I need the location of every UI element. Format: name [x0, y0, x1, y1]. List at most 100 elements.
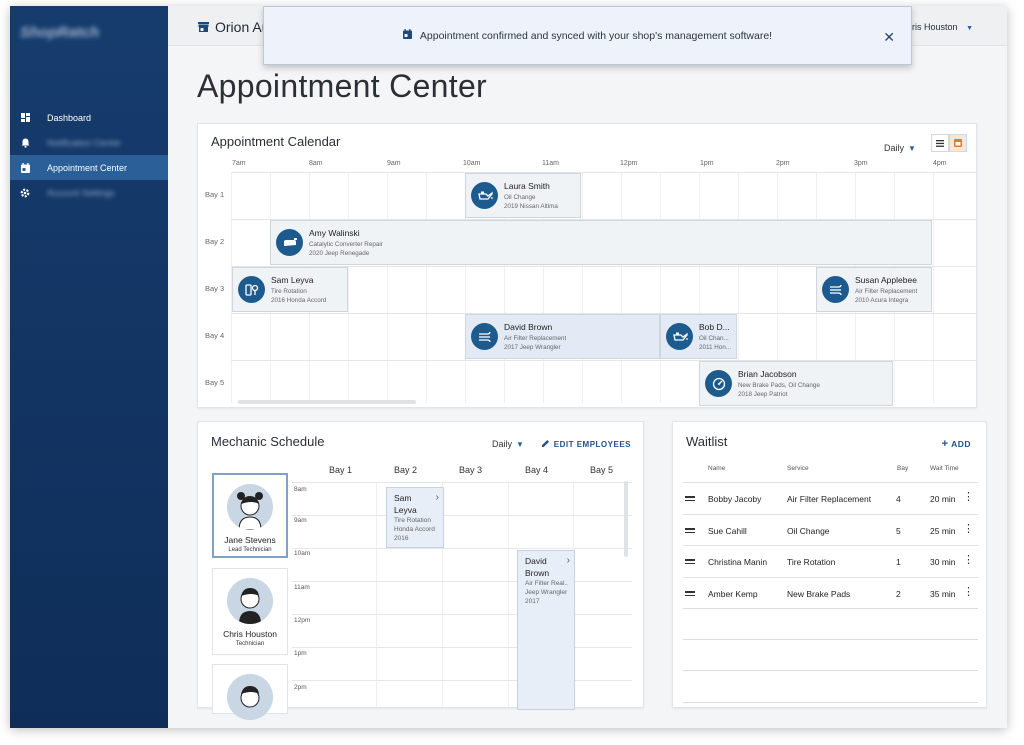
sidebar-item-label: Account Settings — [47, 187, 115, 198]
employee-card[interactable]: Chris Houston Technician — [212, 568, 288, 655]
user-menu[interactable]: hris Houston ▼ — [907, 22, 973, 32]
edit-employees-label: EDIT EMPLOYEES — [553, 440, 631, 449]
avatar — [227, 484, 273, 530]
appointment-card[interactable]: Amy Walinski Catalytic Converter Repair … — [270, 220, 932, 265]
table-row[interactable]: Bobby Jacoby Air Filter Replacement 4 20… — [683, 482, 978, 514]
appointment-service: New Brake Pads, Oil Change — [738, 381, 820, 389]
shop-name: Orion Au — [198, 19, 269, 35]
row-name: Sue Cahill — [708, 526, 747, 536]
hour-label: 8am — [294, 486, 307, 493]
time-label: 11am — [542, 160, 559, 167]
air-filter-icon — [471, 323, 498, 350]
app-logo: ShopRatch — [20, 24, 100, 41]
appointment-card[interactable]: Laura Smith Oil Change 2019 Nissan Altim… — [465, 173, 581, 218]
appointment-card[interactable]: David Brown Air Filter Replacement 2017 … — [465, 314, 660, 359]
divider — [683, 702, 978, 703]
table-row[interactable]: Amber Kemp New Brake Pads 2 35 min ⋮ — [683, 577, 978, 609]
more-options-icon[interactable]: ⋮ — [963, 492, 974, 503]
time-label: 10am — [463, 160, 481, 167]
appointment-vehicle: 2018 Jeep Patriot — [738, 390, 788, 398]
appointment-card[interactable]: Bob D... Oil Chan... 2011 Hon... — [660, 314, 737, 359]
schedule-appointment-name: David Brown — [525, 556, 550, 578]
drag-handle-icon[interactable] — [685, 559, 695, 566]
appointment-service: Air Filter Replacement — [855, 287, 918, 295]
time-label: 7am — [232, 160, 246, 167]
appointment-service: Catalytic Converter Repair — [309, 240, 383, 248]
row-wait-time: 25 min — [930, 526, 956, 536]
employee-name: Jane Stevens — [224, 535, 276, 545]
gear-icon — [20, 188, 30, 198]
drag-handle-icon[interactable] — [685, 496, 695, 503]
appointment-service: Oil Chan... — [699, 334, 729, 342]
horizontal-scrollbar[interactable] — [238, 400, 416, 404]
schedule-appointment-service: Tire Rotation — [394, 517, 431, 524]
appointment-card[interactable]: Susan Applebee Air Filter Replacement 20… — [816, 267, 932, 312]
row-wait-time: 20 min — [930, 494, 956, 504]
row-bay: 4 — [896, 494, 901, 504]
table-row[interactable]: Christina Manin Tire Rotation 1 30 min ⋮ — [683, 545, 978, 577]
calendar-grid-icon — [954, 139, 962, 147]
toast-message: Appointment confirmed and synced with yo… — [419, 29, 773, 42]
row-bay: 1 — [896, 557, 901, 567]
vertical-scrollbar[interactable] — [624, 481, 628, 557]
appointment-service: Oil Change — [504, 193, 536, 201]
appointment-name: Bob D... — [699, 321, 730, 332]
mechanic-schedule-title: Mechanic Schedule — [211, 434, 325, 449]
appointment-name: Brian Jacobson — [738, 368, 797, 379]
more-options-icon[interactable]: ⋮ — [963, 524, 974, 535]
close-icon[interactable]: ✕ — [883, 29, 895, 46]
sidebar-item-dashboard[interactable]: Dashboard — [10, 105, 168, 130]
sidebar: ShopRatch Dashboard Notification Center … — [10, 6, 168, 728]
hour-label: 2pm — [294, 684, 307, 691]
schedule-appointment[interactable]: › David Brown Air Filter Real... Jeep Wr… — [517, 550, 575, 710]
appointment-service: Tire Rotation — [271, 287, 307, 295]
appointment-vehicle: 2019 Nissan Altima — [504, 202, 558, 210]
appointment-name: David Brown — [504, 321, 553, 332]
chevron-down-icon: ▼ — [966, 25, 973, 32]
hour-label: 1pm — [294, 650, 307, 657]
drag-handle-icon[interactable] — [685, 528, 695, 535]
bay-label: Bay 3 — [205, 284, 225, 293]
confirmation-toast: Appointment confirmed and synced with yo… — [263, 6, 912, 65]
appointment-card[interactable]: Sam Leyva Tire Rotation 2016 Honda Accor… — [232, 267, 348, 312]
appointment-name: Sam Leyva — [271, 274, 314, 285]
employee-name: Chris Houston — [223, 629, 277, 639]
tire-icon — [238, 276, 265, 303]
edit-employees-button[interactable]: EDIT EMPLOYEES — [541, 439, 631, 450]
sidebar-item-account-settings[interactable]: Account Settings — [10, 180, 168, 205]
calendar-check-icon — [402, 29, 412, 42]
exhaust-icon — [276, 229, 303, 256]
employee-card[interactable]: Jane Stevens Lead Technician — [212, 473, 288, 558]
chevron-right-icon: › — [435, 492, 439, 503]
employee-role: Lead Technician — [228, 547, 272, 553]
schedule-appointment[interactable]: › Sam Leyva Tire Rotation Honda Accord 2… — [386, 487, 444, 548]
calendar-view-value: Daily — [884, 143, 905, 153]
row-name: Christina Manin — [708, 557, 768, 567]
mechanic-view-select[interactable]: Daily ▼ — [492, 439, 524, 449]
list-view-button[interactable] — [931, 134, 949, 152]
sidebar-item-appointment-center[interactable]: Appointment Center — [10, 155, 168, 180]
drag-handle-icon[interactable] — [685, 591, 695, 598]
table-row[interactable]: Sue Cahill Oil Change 5 25 min ⋮ — [683, 514, 978, 546]
appointment-calendar: Appointment Calendar Daily ▼ 7am 8am 9am … — [197, 123, 977, 408]
appointment-card[interactable]: Brian Jacobson New Brake Pads, Oil Chang… — [699, 361, 893, 406]
calendar-view-select[interactable]: Daily ▼ — [884, 143, 916, 153]
brake-gauge-icon — [705, 370, 732, 397]
sidebar-item-notifications[interactable]: Notification Center — [10, 130, 168, 155]
row-service: Oil Change — [787, 526, 830, 536]
appointment-name: Laura Smith — [504, 180, 550, 191]
calendar-view-button[interactable] — [949, 134, 967, 152]
more-options-icon[interactable]: ⋮ — [963, 555, 974, 566]
calendar-view-toggle — [931, 134, 967, 152]
waitlist-title: Waitlist — [686, 434, 728, 449]
appointment-name: Amy Walinski — [309, 227, 360, 238]
hour-label: 9am — [294, 517, 307, 524]
employee-card[interactable] — [212, 664, 288, 720]
add-button[interactable]: + ADD — [942, 438, 971, 450]
sidebar-item-label: Dashboard — [47, 112, 92, 123]
waitlist: Waitlist + ADD Name Service Bay Wait Tim… — [672, 421, 987, 708]
more-options-icon[interactable]: ⋮ — [963, 587, 974, 598]
row-name: Amber Kemp — [708, 589, 758, 599]
row-service: Air Filter Replacement — [787, 494, 872, 504]
pencil-icon — [541, 439, 550, 450]
